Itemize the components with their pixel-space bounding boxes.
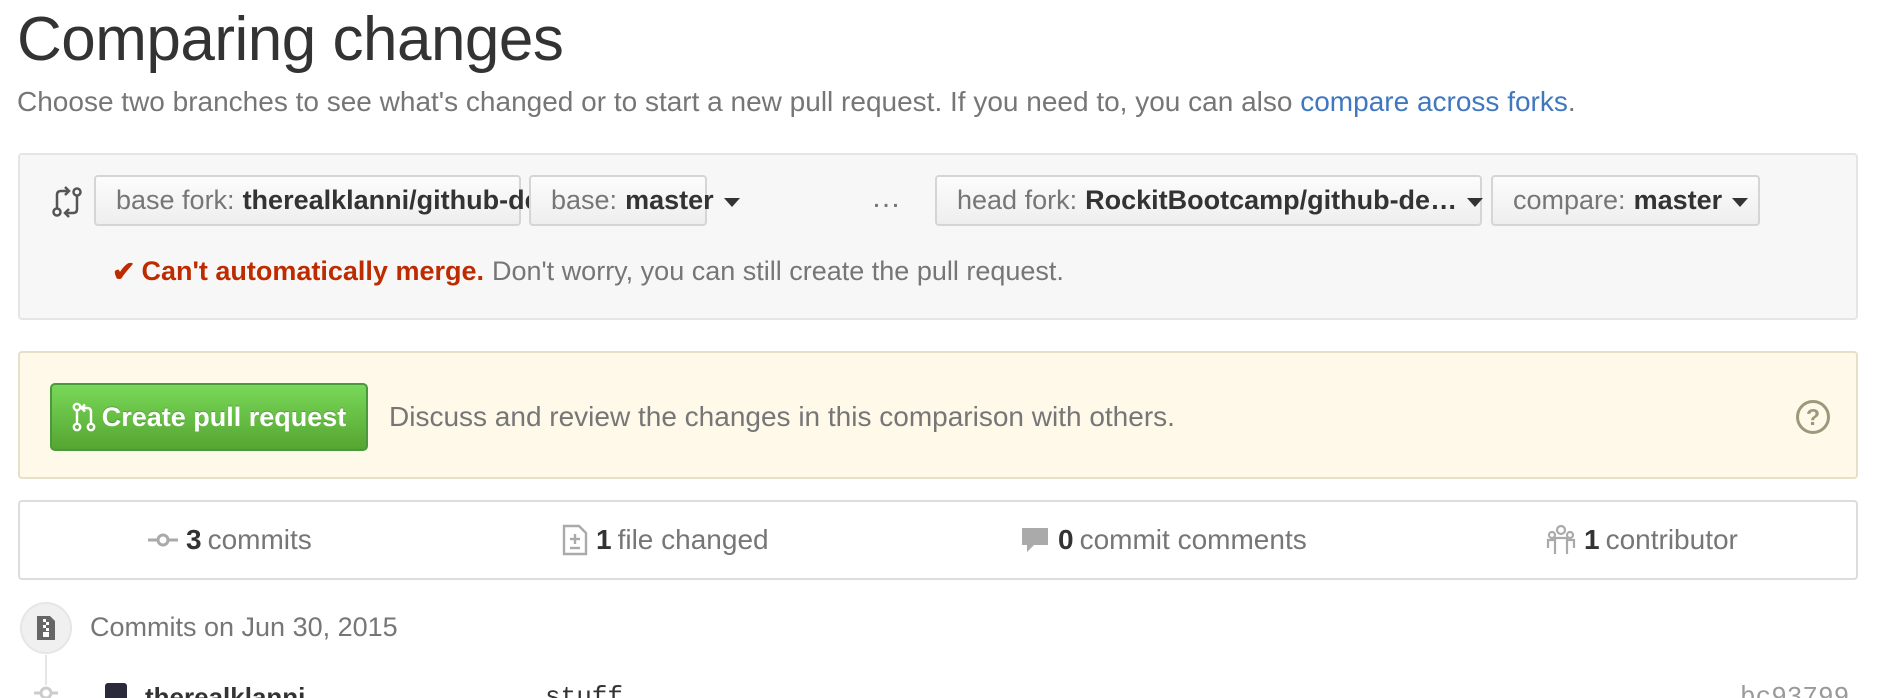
file-diff-icon (562, 524, 588, 556)
git-commit-group-icon (20, 601, 72, 654)
head-fork-select[interactable]: head fork: RockitBootcamp/github-de… (935, 175, 1484, 226)
commit-node-icon (34, 686, 58, 698)
subtitle-text: Choose two branches to see what's change… (17, 86, 1301, 117)
comments-label: commit comments (1079, 524, 1307, 555)
commit-row[interactable]: therealklanni stuff bc93799 (0, 680, 1878, 698)
base-branch-value: master (625, 185, 714, 215)
chevron-down-icon (1732, 197, 1749, 207)
commit-icon (148, 533, 178, 547)
commits-group-header: Commits on Jun 30, 2015 (20, 600, 398, 655)
subtitle-end: . (1567, 86, 1576, 117)
contributors-count: 1 (1584, 524, 1600, 555)
files-label: file changed (617, 524, 769, 555)
create-pull-request-label: Create pull request (101, 401, 347, 432)
files-count: 1 (596, 524, 612, 555)
chevron-down-icon (723, 197, 740, 207)
pull-request-notice: Create pull request Discuss and review t… (18, 351, 1858, 479)
merge-note: Don't worry, you can still create the pu… (492, 256, 1064, 286)
merge-status: ✔ Can't automatically merge. Don't worry… (112, 255, 1064, 288)
base-branch-select[interactable]: base: master (529, 175, 740, 226)
merge-status-text: Can't automatically merge. (141, 256, 484, 286)
commit-author[interactable]: therealklanni (145, 682, 305, 698)
range-editor: base fork: therealklanni/github-demo bas… (18, 153, 1858, 320)
compare-branch-select[interactable]: compare: master (1491, 175, 1760, 226)
pull-request-description: Discuss and review the changes in this c… (389, 401, 1175, 432)
chevron-down-icon (1467, 197, 1484, 207)
compare-branch-value: master (1633, 185, 1723, 215)
contributors-label: contributor (1605, 524, 1738, 555)
commit-sha[interactable]: bc93799 (1740, 682, 1849, 698)
pull-request-icon (72, 402, 96, 432)
base-fork-select[interactable]: base fork: therealklanni/github-demo (94, 175, 607, 226)
page-subtitle: Choose two branches to see what's change… (17, 86, 1576, 118)
base-branch-label: base: (551, 185, 618, 215)
head-fork-label: head fork: (957, 185, 1078, 215)
commits-date-heading: Commits on Jun 30, 2015 (90, 612, 398, 642)
commits-count: 3 (186, 524, 202, 555)
summary-comments-tab[interactable]: 0 commit comments (1020, 524, 1307, 556)
commits-label: commits (207, 524, 312, 555)
comments-count: 0 (1058, 524, 1074, 555)
summary-commits-tab[interactable]: 3 commits (148, 524, 312, 556)
commit-message[interactable]: stuff (545, 682, 623, 698)
comment-icon (1022, 528, 1048, 552)
avatar[interactable] (105, 683, 127, 698)
summary-files-tab[interactable]: 1 file changed (562, 524, 769, 556)
base-fork-label: base fork: (116, 185, 235, 215)
page-title: Comparing changes (17, 5, 564, 74)
summary-contributors-tab[interactable]: 1 contributor (1546, 524, 1738, 556)
range-ellipsis: … (871, 181, 901, 214)
compare-summary: 3 commits 1 file changed 0 commit commen… (18, 500, 1858, 580)
check-icon: ✔ (112, 256, 136, 287)
create-pull-request-button[interactable]: Create pull request (50, 383, 368, 451)
help-icon[interactable]: ? (1796, 400, 1830, 434)
head-fork-value: RockitBootcamp/github-de… (1085, 185, 1458, 215)
organization-icon (1546, 524, 1576, 554)
compare-branch-label: compare: (1513, 185, 1626, 215)
compare-arrows-icon[interactable] (50, 185, 84, 219)
compare-across-forks-link[interactable]: compare across forks (1300, 86, 1568, 117)
